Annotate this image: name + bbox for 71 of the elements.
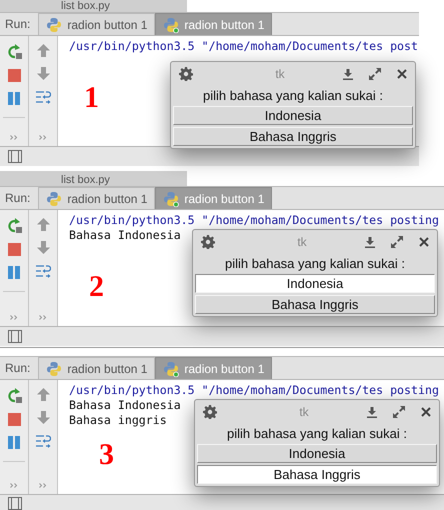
close-icon[interactable] [419,237,429,247]
step-number: 3 [99,438,114,472]
console-output: Bahasa Indonesia [69,398,181,413]
run-label: Run: [4,17,32,31]
rerun-icon[interactable] [6,218,22,233]
download-icon[interactable] [365,236,375,248]
double-chevron-icon[interactable] [39,135,47,140]
dialog-prompt: pilih bahasa yang kalian sukai : [226,425,408,443]
expand-icon[interactable] [391,236,403,248]
up-arrow-icon[interactable] [36,44,50,57]
run-tab[interactable]: radion button 1 [155,13,272,35]
double-chevron-icon[interactable] [10,483,18,488]
run-tab[interactable]: radion button 1 [38,357,156,379]
window-title: tk [296,235,308,249]
expand-icon[interactable] [369,68,381,80]
down-arrow-icon[interactable] [36,241,50,254]
pause-icon[interactable] [8,436,20,449]
down-arrow-icon[interactable] [36,67,50,80]
radio-option[interactable]: Bahasa Inggris [197,465,437,484]
double-chevron-icon[interactable] [39,315,47,320]
wrap-lines-icon[interactable] [36,90,50,105]
file-tab[interactable]: list box.py [0,0,187,12]
run-label: Run: [4,191,32,205]
up-arrow-icon[interactable] [36,218,50,231]
dialog-prompt: pilih bahasa yang kalian sukai : [202,87,384,105]
radio-option[interactable]: Indonesia [173,106,413,125]
run-tab[interactable]: radion button 1 [155,357,272,379]
settings-icon[interactable] [203,405,217,419]
close-icon[interactable] [397,69,407,79]
settings-icon[interactable] [179,67,193,81]
stop-icon[interactable] [8,69,20,82]
pause-icon[interactable] [8,92,20,105]
settings-icon[interactable] [201,235,215,249]
run-tab[interactable]: radion button 1 [38,13,156,35]
double-chevron-icon[interactable] [10,315,18,320]
film-strip-icon[interactable] [8,150,22,163]
expand-icon[interactable] [393,406,405,418]
radio-option[interactable]: Indonesia [195,274,435,293]
radio-option[interactable]: Indonesia [197,444,437,463]
step-number: 1 [84,81,99,115]
wrap-lines-icon[interactable] [36,434,50,449]
run-tab[interactable]: radion button 1 [38,187,156,209]
console-output: Bahasa inggris [69,413,167,428]
download-icon[interactable] [367,406,377,418]
pause-icon[interactable] [8,266,20,279]
step-number: 2 [89,270,104,304]
up-arrow-icon[interactable] [36,388,50,401]
rerun-icon[interactable] [6,388,22,403]
console-output: Bahasa Indonesia [69,228,181,243]
rerun-icon[interactable] [6,44,22,59]
radio-option[interactable]: Bahasa Inggris [195,295,435,314]
wrap-lines-icon[interactable] [36,264,50,279]
run-tab[interactable]: radion button 1 [155,187,272,209]
run-label: Run: [4,361,32,375]
film-strip-icon[interactable] [8,330,22,343]
stop-icon[interactable] [8,243,20,256]
double-chevron-icon[interactable] [10,135,18,140]
dialog-prompt: pilih bahasa yang kalian sukai : [224,255,406,273]
down-arrow-icon[interactable] [36,411,50,424]
command-line: /usr/bin/python3.5 "/home/moham/Documents/tes posting [69,213,439,228]
radio-option[interactable]: Bahasa Inggris [173,127,413,146]
double-chevron-icon[interactable] [39,483,47,488]
window-title: tk [298,405,310,419]
file-tab[interactable]: list box.py [0,171,187,186]
command-line: /usr/bin/python3.5 "/home/moham/Documents/tes post [69,39,418,54]
window-title: tk [274,67,286,81]
close-icon[interactable] [421,407,431,417]
stop-icon[interactable] [8,413,20,426]
command-line: /usr/bin/python3.5 "/home/moham/Documents/tes posting [69,383,439,398]
film-strip-icon[interactable] [8,497,22,510]
download-icon[interactable] [343,68,353,80]
